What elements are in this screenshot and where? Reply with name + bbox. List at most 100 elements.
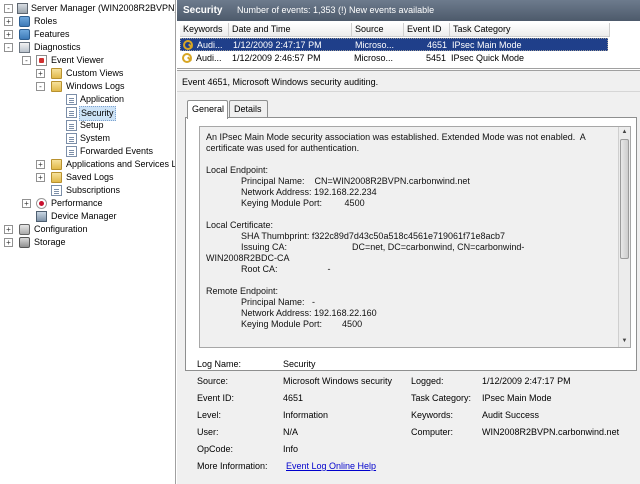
tree-item-security[interactable]: Security <box>0 106 175 121</box>
tree-item-subscriptions[interactable]: Subscriptions <box>0 184 175 197</box>
event-count: Number of events: 1,353 (!) New events a… <box>236 5 435 15</box>
key-icon <box>183 40 193 50</box>
cell-event-id: 5451 <box>425 53 446 63</box>
tree-item-forwarded-events[interactable]: Forwarded Events <box>0 145 175 158</box>
prop-value-computer: WIN2008R2BVPN.carbonwind.net <box>482 427 620 437</box>
scroll-up-icon[interactable]: ▲ <box>619 127 630 138</box>
log-icon <box>66 133 77 144</box>
prop-label-event-id: Event ID: <box>197 393 235 403</box>
column-header-event-id[interactable]: Event ID <box>404 23 450 37</box>
expand-icon[interactable]: + <box>4 238 13 247</box>
table-row[interactable]: Audi... 1/12/2009 2:46:57 PM Microso... … <box>180 52 608 65</box>
tree-item-windows-logs[interactable]: - Windows Logs <box>0 80 175 93</box>
event-title-bar: Event 4651, Microsoft Windows security a… <box>177 70 640 92</box>
prop-value-level: Information <box>283 410 329 420</box>
prop-label-level: Level: <box>197 410 222 420</box>
log-icon <box>66 120 77 131</box>
tree-item-configuration[interactable]: + Configuration <box>0 223 175 236</box>
column-header-keywords[interactable]: Keywords <box>180 23 229 37</box>
event-detail-pane: General Details An IPsec Main Mode secur… <box>177 92 640 484</box>
prop-value-log-name: Security <box>283 359 316 369</box>
prop-value-source: Microsoft Windows security <box>283 376 393 386</box>
event-grid: Keywords Date and Time Source Event ID T… <box>177 21 640 69</box>
tree-item-label: Forwarded Events <box>80 146 154 156</box>
expand-icon[interactable]: + <box>36 160 45 169</box>
tree-item-server-manager[interactable]: - Server Manager (WIN2008R2BVPN) <box>0 2 176 15</box>
tree-item-storage[interactable]: + Storage <box>0 236 175 249</box>
expand-icon[interactable]: + <box>4 17 13 26</box>
collapse-icon[interactable]: - <box>4 4 13 13</box>
expand-icon[interactable]: + <box>22 199 31 208</box>
cell-date-time: 1/12/2009 2:47:17 PM <box>233 40 322 50</box>
cell-source: Microso... <box>355 40 395 50</box>
event-title: Event 4651, Microsoft Windows security a… <box>182 77 379 87</box>
tree-item-label: Device Manager <box>51 211 117 221</box>
prop-label-keywords: Keywords: <box>411 410 454 420</box>
cell-keywords: Audi... <box>196 53 222 63</box>
configuration-icon <box>19 224 30 235</box>
tree-item-label: Subscriptions <box>66 185 121 195</box>
prop-label-opcode: OpCode: <box>197 444 234 454</box>
prop-label-logged: Logged: <box>411 376 444 386</box>
folder-icon <box>51 172 62 183</box>
server-icon <box>17 3 28 14</box>
table-row[interactable]: Audi... 1/12/2009 2:47:17 PM Microso... … <box>180 38 608 51</box>
cell-keywords: Audi... <box>197 40 223 50</box>
folder-icon <box>51 159 62 170</box>
tree-item-label: Event Viewer <box>51 55 104 65</box>
navigation-tree: - Server Manager (WIN2008R2BVPN) + Roles… <box>0 0 176 484</box>
tree-item-label: Server Manager (WIN2008R2BVPN) <box>31 3 176 13</box>
column-header-task-category[interactable]: Task Category <box>450 23 610 37</box>
tree-item-performance[interactable]: + Performance <box>0 197 175 210</box>
scroll-down-icon[interactable]: ▼ <box>619 336 630 347</box>
tree-item-roles[interactable]: + Roles <box>0 15 175 28</box>
prop-value-opcode: Info <box>283 444 299 454</box>
prop-label-user: User: <box>197 427 219 437</box>
prop-label-source: Source: <box>197 376 229 386</box>
column-header-source[interactable]: Source <box>352 23 404 37</box>
event-message-box[interactable]: An IPsec Main Mode security association … <box>199 126 631 348</box>
prop-value-keywords: Audit Success <box>482 410 540 420</box>
tree-item-label: System <box>80 133 111 143</box>
column-header-date-time[interactable]: Date and Time <box>229 23 352 37</box>
tree-item-system[interactable]: System <box>0 132 175 145</box>
tree-item-application[interactable]: Application <box>0 93 175 106</box>
expand-icon[interactable]: + <box>36 69 45 78</box>
tree-item-applications-and-services[interactable]: + Applications and Services Lo <box>0 158 175 171</box>
message-scrollbar[interactable]: ▲ ▼ <box>618 127 630 347</box>
general-tab-panel: An IPsec Main Mode security association … <box>185 117 637 371</box>
folder-icon <box>51 68 62 79</box>
log-icon <box>66 107 77 118</box>
tree-item-label: Roles <box>34 16 58 26</box>
log-icon <box>66 146 77 157</box>
tree-item-label: Configuration <box>34 224 88 234</box>
collapse-icon[interactable]: - <box>22 56 31 65</box>
tab-general[interactable]: General <box>187 100 228 119</box>
tab-details[interactable]: Details <box>229 100 268 118</box>
scroll-thumb[interactable] <box>620 139 629 259</box>
tree-item-diagnostics[interactable]: - Diagnostics <box>0 41 175 54</box>
tree-item-device-manager[interactable]: Device Manager <box>0 210 175 223</box>
prop-label-log-name: Log Name: <box>197 359 242 369</box>
event-log-online-help-link[interactable]: Event Log Online Help <box>286 460 376 472</box>
tree-item-custom-views[interactable]: + Custom Views <box>0 67 175 80</box>
event-viewer-icon <box>36 55 47 66</box>
subscriptions-icon <box>51 185 62 196</box>
expand-icon[interactable]: + <box>4 30 13 39</box>
folder-icon <box>51 81 62 92</box>
tree-item-features[interactable]: + Features <box>0 28 175 41</box>
tree-item-event-viewer[interactable]: - Event Viewer <box>0 54 175 67</box>
collapse-icon[interactable]: - <box>4 43 13 52</box>
collapse-icon[interactable]: - <box>36 82 45 91</box>
diagnostics-icon <box>19 42 30 53</box>
prop-label-more-information: More Information: <box>197 461 268 471</box>
tree-item-saved-logs[interactable]: + Saved Logs <box>0 171 175 184</box>
tree-item-label: Storage <box>34 237 66 247</box>
expand-icon[interactable]: + <box>36 173 45 182</box>
tree-item-label: Custom Views <box>66 68 124 78</box>
expand-icon[interactable]: + <box>4 225 13 234</box>
performance-icon <box>36 198 47 209</box>
tree-item-setup[interactable]: Setup <box>0 119 175 132</box>
cell-task-category: IPsec Quick Mode <box>451 53 525 63</box>
roles-icon <box>19 16 30 27</box>
